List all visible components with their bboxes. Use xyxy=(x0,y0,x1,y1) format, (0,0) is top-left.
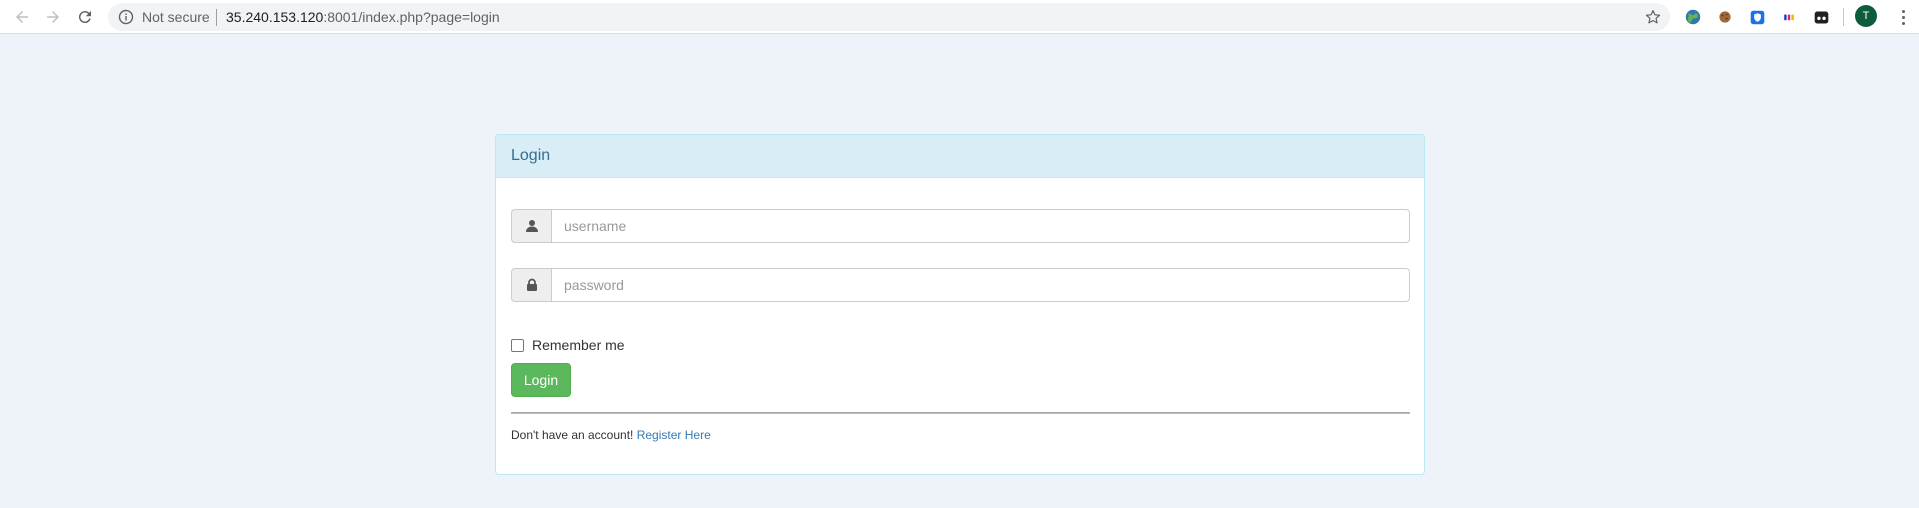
remember-me-row: Remember me xyxy=(511,337,625,353)
reload-icon xyxy=(78,11,91,24)
menu-dot-icon xyxy=(1901,15,1905,19)
register-prompt-text: Don't have an account! xyxy=(511,428,634,442)
divider xyxy=(511,412,1410,414)
panel-heading: Login xyxy=(496,135,1424,178)
bookmark-star-icon[interactable] xyxy=(1644,8,1662,26)
cookie-icon xyxy=(1719,11,1731,23)
remember-me-checkbox[interactable] xyxy=(511,338,524,352)
toolbar-separator xyxy=(1843,8,1844,26)
lock-icon xyxy=(526,278,537,291)
profile-avatar[interactable]: T xyxy=(1855,5,1877,27)
menu-dot-icon xyxy=(1901,21,1905,25)
color-bars-icon xyxy=(1784,14,1794,21)
password-input[interactable] xyxy=(551,268,1410,302)
extension-cookie[interactable] xyxy=(1714,6,1736,28)
back-button[interactable] xyxy=(9,4,35,30)
reload-button[interactable] xyxy=(72,4,98,30)
info-icon[interactable] xyxy=(118,9,134,25)
extension-colors[interactable] xyxy=(1778,6,1800,28)
username-group xyxy=(511,209,1410,243)
password-group xyxy=(511,268,1410,302)
url-host: 35.240.153.120 xyxy=(226,9,324,25)
shield-icon xyxy=(1750,10,1764,24)
browser-menu-button[interactable] xyxy=(1893,6,1913,28)
arrow-left-icon xyxy=(16,11,28,23)
address-bar[interactable]: Not secure 35.240.153.120:8001/index.php… xyxy=(108,3,1670,31)
forward-button[interactable] xyxy=(40,4,66,30)
arrow-right-icon xyxy=(47,11,59,23)
url-separator xyxy=(216,9,217,26)
username-addon xyxy=(511,209,551,243)
extension-mask[interactable] xyxy=(1810,6,1832,28)
login-button[interactable]: Login xyxy=(511,363,571,397)
login-panel: Login Remember me Login Don't have an ac… xyxy=(495,134,1425,475)
register-prompt: Don't have an account! Register Here xyxy=(511,428,711,442)
username-input[interactable] xyxy=(551,209,1410,243)
security-status[interactable]: Not secure xyxy=(142,10,210,25)
extension-shield[interactable] xyxy=(1746,6,1768,28)
register-link[interactable]: Register Here xyxy=(637,428,711,442)
url-path: :8001/index.php?page=login xyxy=(323,9,500,25)
incognito-mask-icon xyxy=(1814,11,1828,23)
remember-me-label[interactable]: Remember me xyxy=(532,337,625,353)
url-text[interactable]: 35.240.153.120:8001/index.php?page=login xyxy=(226,10,500,25)
globe-icon xyxy=(1685,9,1701,25)
user-icon xyxy=(525,220,538,232)
extension-globe[interactable] xyxy=(1682,6,1704,28)
menu-dot-icon xyxy=(1901,9,1905,13)
browser-toolbar: Not secure 35.240.153.120:8001/index.php… xyxy=(0,0,1919,34)
password-addon xyxy=(511,268,551,302)
panel-title: Login xyxy=(511,147,551,164)
